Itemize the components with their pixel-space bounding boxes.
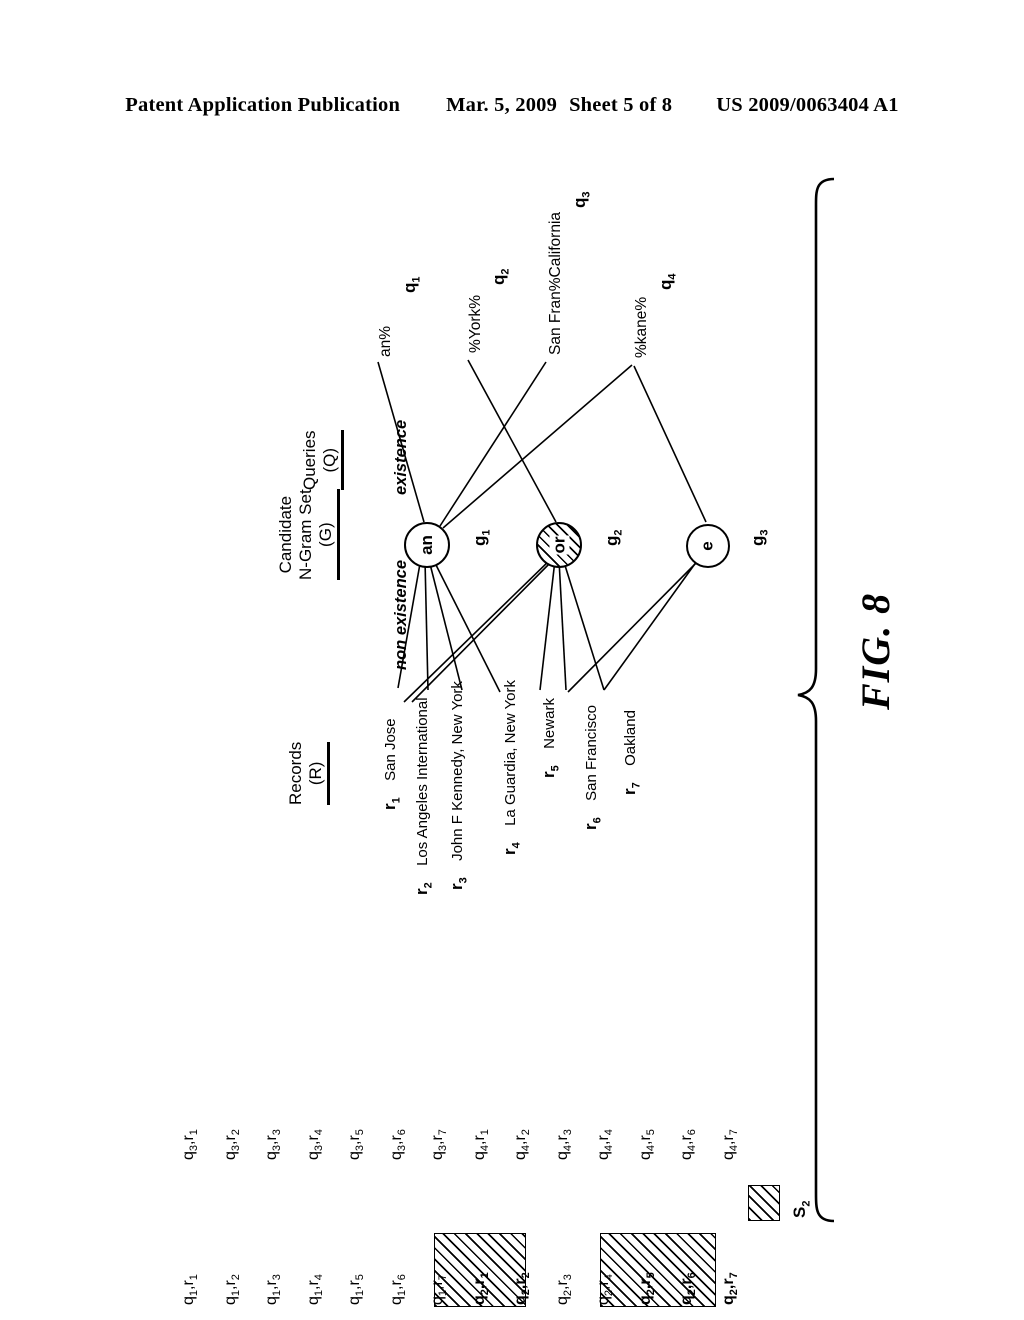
pair-label: q4,r3	[553, 1129, 574, 1160]
pair-label: q2,r4	[595, 1274, 616, 1305]
page-header: Patent Application Publication Mar. 5, 2…	[0, 88, 1024, 122]
query-id-q1: q1	[400, 276, 423, 293]
query-text-q1: an%	[377, 325, 394, 357]
record-r2: r2 Los Angeles International	[412, 697, 435, 895]
pair-label: q3,r6	[387, 1129, 408, 1160]
pair-label: q2,r3	[553, 1274, 574, 1305]
header-publication: Patent Application Publication	[125, 93, 401, 116]
pair-label: q3,r3	[263, 1129, 284, 1160]
record-r5: r5 Newark	[539, 698, 562, 778]
ngram-id-g1: g1	[470, 529, 493, 546]
query-id-q3: q3	[570, 191, 593, 208]
record-r4-text: La Guardia, New York	[502, 679, 519, 826]
edge-label-existence: existence	[392, 419, 410, 495]
pair-label: q3,r5	[346, 1129, 367, 1160]
record-r7: r7 Oakland	[620, 710, 643, 795]
figure-caption: FIG. 8	[853, 592, 898, 710]
record-r6: r6 San Francisco	[581, 705, 604, 830]
pair-label: q2,r6	[678, 1272, 699, 1305]
records-title-line1: Records	[286, 741, 305, 805]
ngram-node-g1-label: an	[417, 535, 436, 555]
record-r3-text: John F Kennedy, New York	[449, 681, 466, 861]
query-text-q2: %York%	[467, 294, 484, 353]
pair-label: q4,r5	[636, 1129, 657, 1160]
ngram-section-title: Candidate N-Gram Set (G)	[276, 489, 340, 580]
pair-label: q1,r4	[304, 1274, 325, 1305]
record-r2-text: Los Angeles International	[414, 697, 431, 866]
records-title-line2: (R)	[306, 761, 325, 786]
record-r3: r3 John F Kennedy, New York	[447, 681, 470, 890]
record-r7-text: Oakland	[622, 710, 639, 766]
pair-label: q4,r1	[470, 1129, 491, 1160]
queries-title-line1: Queries	[300, 430, 319, 490]
pair-label: q1,r1	[180, 1274, 201, 1305]
query-id-q4: q4	[656, 273, 679, 290]
query-id-q2: q2	[489, 268, 512, 285]
ngram-id-g2: g2	[602, 529, 625, 546]
ngram-title-line1: Candidate	[276, 495, 295, 574]
pair-label: q4,r2	[512, 1129, 533, 1160]
header-sheet: Sheet 5 of 8	[569, 93, 673, 116]
ngram-node-g2[interactable]: or	[536, 522, 582, 568]
ngram-node-g3[interactable]: e	[686, 524, 730, 568]
figure-8: Queries (Q) Candidate N-Gram Set (G) Rec…	[0, 150, 1024, 1320]
pair-label: q3,r2	[221, 1129, 242, 1160]
queries-section-title: Queries (Q)	[300, 430, 344, 490]
pair-label: q2,r7	[719, 1272, 740, 1305]
records-section-title: Records (R)	[286, 741, 330, 805]
pair-label: q3,r1	[180, 1129, 201, 1160]
pair-label: q3,r7	[429, 1129, 450, 1160]
pair-label: q4,r4	[595, 1129, 616, 1160]
ngram-node-g2-label: or	[549, 535, 569, 555]
pair-label: q2,r5	[636, 1272, 657, 1305]
record-r4: r4 La Guardia, New York	[500, 679, 523, 855]
queries-title-line2: (Q)	[320, 447, 339, 473]
record-r5-text: Newark	[541, 698, 558, 749]
pair-label: q2,r1	[470, 1272, 491, 1305]
pair-label: q1,r3	[263, 1274, 284, 1305]
record-r1: r1 San Jose	[380, 718, 403, 810]
edge-label-non-existence: non existence	[392, 559, 410, 670]
pair-label: q2,r2	[512, 1272, 533, 1305]
ngram-title-line3: (G)	[316, 522, 335, 547]
ngram-title-line2: N-Gram Set	[296, 489, 315, 580]
pair-label: q1,r7	[429, 1274, 450, 1305]
pair-label: q3,r4	[304, 1129, 325, 1160]
query-text-q4: %kane%	[633, 296, 650, 358]
pair-label: q1,r6	[387, 1274, 408, 1305]
ngram-id-g3: g3	[748, 529, 771, 546]
header-patent-number: US 2009/0063404 A1	[716, 93, 899, 116]
pair-label: q4,r6	[678, 1129, 699, 1160]
pair-label: q1,r2	[221, 1274, 242, 1305]
header-date: Mar. 5, 2009	[446, 93, 558, 116]
s2-region-box-2	[600, 1233, 716, 1307]
record-r6-text: San Francisco	[583, 705, 600, 801]
query-text-q3: San Fran%California	[547, 211, 564, 355]
figure-brace	[797, 177, 835, 1223]
legend-swatch-s2	[748, 1185, 780, 1221]
ngram-node-g3-label: e	[698, 541, 717, 551]
record-r1-text: San Jose	[382, 718, 399, 781]
ngram-node-g1[interactable]: an	[404, 522, 450, 568]
pair-label: q1,r5	[346, 1274, 367, 1305]
pair-label: q4,r7	[719, 1129, 740, 1160]
